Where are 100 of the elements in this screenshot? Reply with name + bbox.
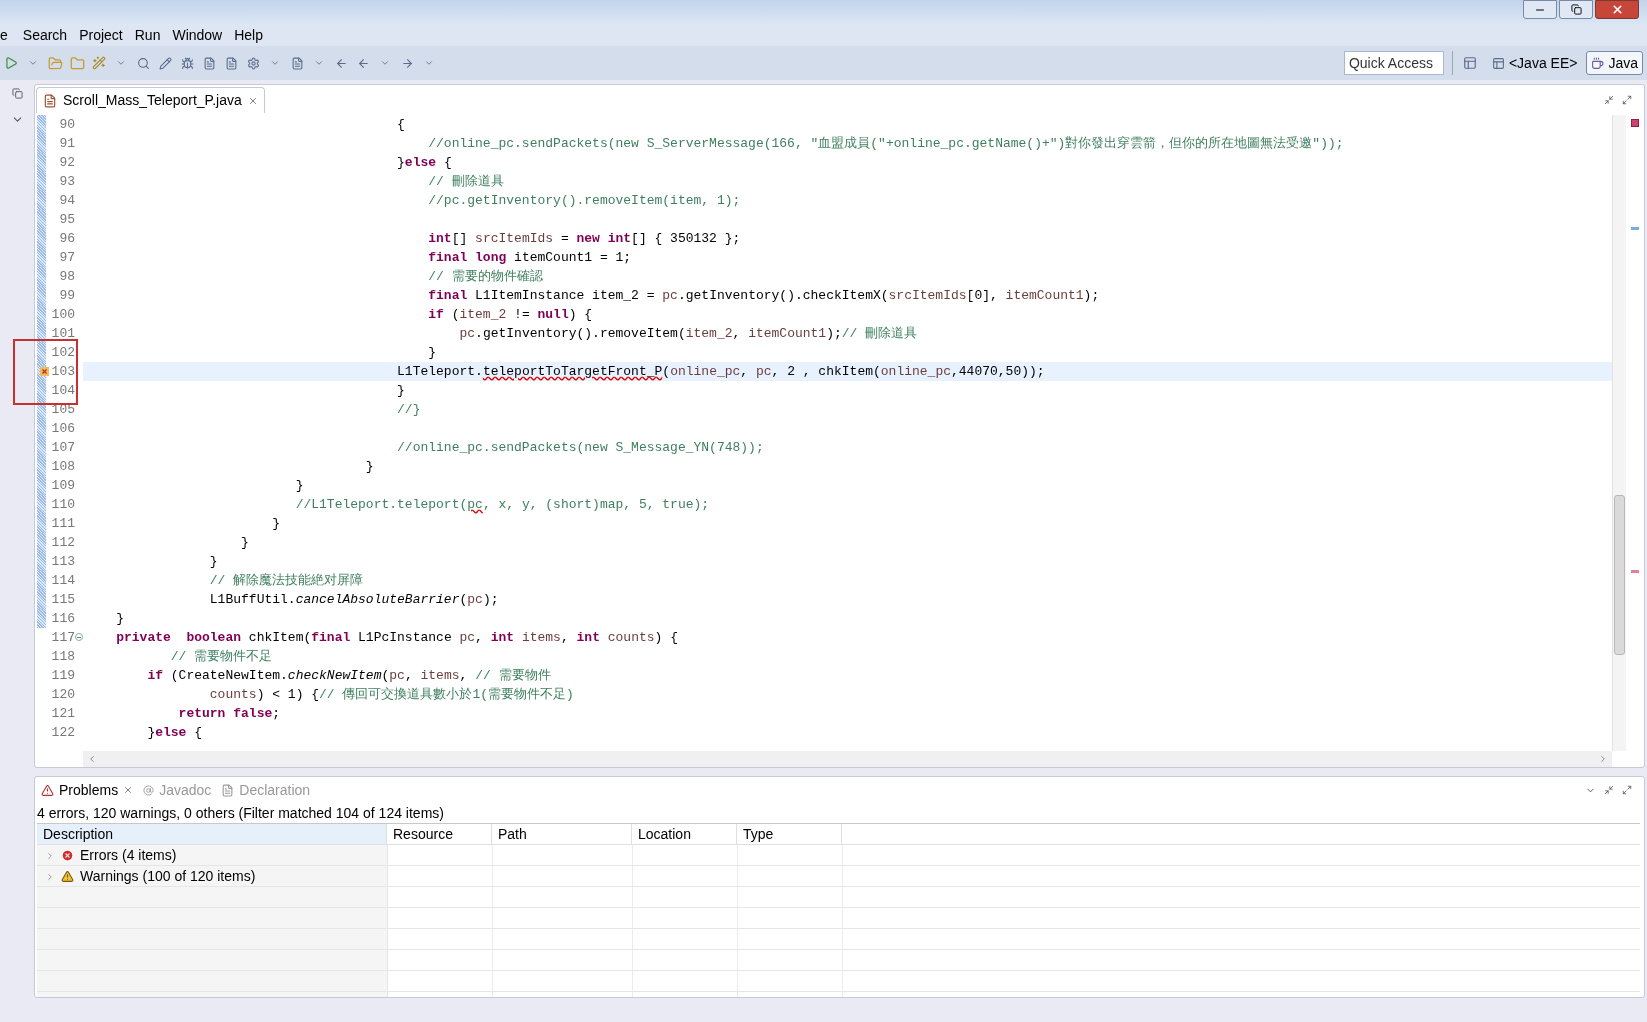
bug-icon[interactable] (180, 56, 194, 70)
dropdown-icon[interactable] (116, 58, 126, 68)
code-line: final long itemCount1 = 1; (427, 249, 633, 267)
column-header[interactable]: Path (492, 824, 632, 845)
close-button[interactable] (1595, 0, 1639, 19)
menu-item[interactable]: Search (16, 24, 74, 46)
folder-icon[interactable] (47, 55, 63, 71)
code-line: //online_pc.sendPackets(new S_ServerMessage(166, "血盟成員("+online_pc.getName()+")對你發出穿雲箭，但你的所在地圖無法受邀")); (427, 135, 1345, 153)
code-line: } (427, 344, 438, 362)
perspective-button[interactable]: Java (1586, 51, 1643, 75)
document-icon (221, 783, 235, 797)
scroll-left-icon[interactable] (87, 754, 97, 764)
code-line: private boolean chkItem(final L1PcInstance pc, int items, int counts) { (115, 629, 679, 647)
column-header[interactable]: Description (37, 824, 387, 845)
maximize-icon[interactable] (1622, 784, 1632, 795)
maximize-icon[interactable] (1622, 95, 1632, 105)
code-line: }else { (396, 154, 453, 172)
line-number: 113 (51, 552, 75, 571)
code-line: pc.getInventory().removeItem(item_2, itemCount1);// 刪除道具 (458, 325, 919, 343)
minimize-icon[interactable] (1604, 95, 1614, 105)
line-number: 102 (51, 343, 75, 362)
document-icon[interactable] (224, 56, 238, 70)
minimize-button[interactable] (1523, 0, 1557, 19)
minimize-icon[interactable] (1604, 784, 1614, 795)
close-icon[interactable] (123, 785, 134, 795)
column-header[interactable]: Location (632, 824, 737, 845)
problems-icon (41, 783, 54, 797)
warning-overview-marker[interactable] (1631, 227, 1639, 230)
line-number: 117 (51, 628, 75, 647)
line-number: 91 (59, 134, 75, 153)
dropdown-icon[interactable] (380, 58, 390, 68)
code-line: counts) < 1) {// 傳回可交換道具數小於1(需要物件不足) (208, 686, 575, 704)
document-icon[interactable] (202, 56, 216, 70)
close-icon (1610, 3, 1624, 16)
code-line: final L1ItemInstance item_2 = pc.getInventory().checkItemX(srcItemIds[0], itemCount1); (427, 287, 1101, 305)
line-number: 111 (51, 514, 75, 533)
line-number: 122 (51, 723, 75, 742)
open-perspective-icon[interactable] (1462, 56, 1477, 70)
restore-button[interactable] (1559, 0, 1593, 19)
code-line: } (208, 553, 219, 571)
line-number: 114 (51, 571, 75, 590)
cup-icon (1591, 56, 1605, 70)
line-number: 118 (51, 647, 75, 666)
forward-arrow-icon[interactable] (400, 56, 414, 70)
close-icon[interactable] (247, 95, 258, 106)
menu-item[interactable]: Help (228, 24, 269, 46)
line-number: 107 (51, 438, 75, 457)
wand-icon[interactable] (92, 56, 106, 70)
error-overview-marker[interactable] (1631, 570, 1639, 573)
expand-icon[interactable] (45, 850, 55, 861)
line-number: 96 (59, 229, 75, 248)
dropdown-icon[interactable] (314, 58, 324, 68)
line-number: 115 (51, 590, 75, 609)
dropdown-icon[interactable] (424, 58, 434, 68)
layout-icon (1491, 56, 1505, 70)
error-overview-marker[interactable] (1631, 119, 1639, 127)
menu-item[interactable]: Window (166, 24, 229, 46)
folder-icon[interactable] (69, 55, 85, 71)
editor-tab[interactable]: Scroll_Mass_Teleport_P.java (36, 87, 265, 113)
code-line: // 需要的物件確認 (427, 268, 544, 286)
code-line: }else { (146, 724, 204, 742)
problem-group[interactable]: Errors (4 items) (80, 845, 177, 866)
restore-icon[interactable] (11, 88, 23, 99)
expand-icon[interactable] (45, 871, 55, 882)
line-number: 94 (59, 191, 75, 210)
scroll-right-icon[interactable] (1598, 754, 1608, 764)
back-arrow-icon[interactable] (356, 56, 370, 70)
menu-item[interactable]: Run (128, 24, 167, 46)
settings-icon[interactable] (246, 56, 260, 70)
error-marker-icon[interactable] (40, 367, 49, 376)
at-sign-icon (143, 784, 155, 796)
line-number: 104 (51, 381, 75, 400)
vertical-scrollbar[interactable] (1612, 115, 1626, 751)
column-header[interactable]: Resource (387, 824, 492, 845)
play-icon[interactable] (4, 56, 18, 70)
search-icon[interactable] (136, 56, 150, 70)
line-number: 93 (59, 172, 75, 191)
code-line: // 解除魔法技能絶对屏障 (208, 572, 365, 590)
menu-item[interactable]: e (0, 24, 17, 46)
perspective-button[interactable]: <Java EE> (1486, 51, 1583, 75)
scrollbar-thumb[interactable] (1614, 495, 1625, 655)
column-header[interactable]: Type (737, 824, 842, 845)
horizontal-scrollbar[interactable] (83, 751, 1612, 767)
java-file-icon (43, 93, 57, 108)
line-number: 112 (51, 533, 75, 552)
line-number: 120 (51, 685, 75, 704)
code-line: } (294, 477, 305, 495)
code-line: } (271, 515, 282, 533)
back-arrow-icon[interactable] (334, 56, 348, 70)
line-number: 109 (51, 476, 75, 495)
pencil-icon[interactable] (158, 56, 172, 70)
document-icon[interactable] (290, 56, 304, 70)
dropdown-icon[interactable] (28, 58, 38, 68)
code-line: return false; (177, 705, 282, 723)
problems-summary: 4 errors, 120 warnings, 0 others (Filter matched 104 of 124 items) (36, 804, 445, 823)
quick-access-field[interactable]: Quick Access (1343, 51, 1444, 75)
dropdown-icon[interactable] (270, 58, 280, 68)
problem-group[interactable]: Warnings (100 of 120 items) (80, 866, 256, 887)
menu-item[interactable]: Project (73, 24, 129, 46)
code-line: L1BuffUtil.cancelAbsoluteBarrier(pc); (208, 591, 500, 609)
